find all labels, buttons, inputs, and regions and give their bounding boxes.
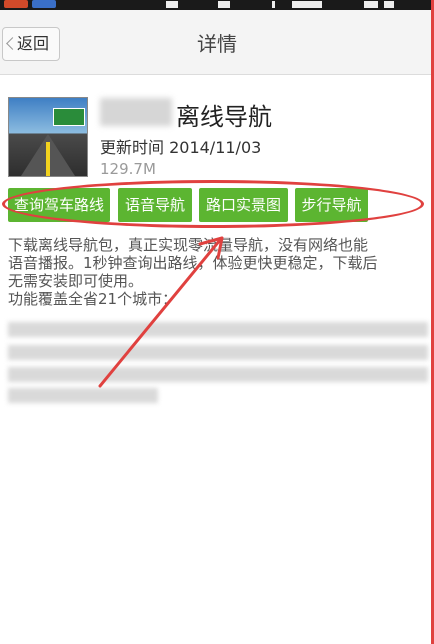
annotation-arrow [98,236,224,388]
